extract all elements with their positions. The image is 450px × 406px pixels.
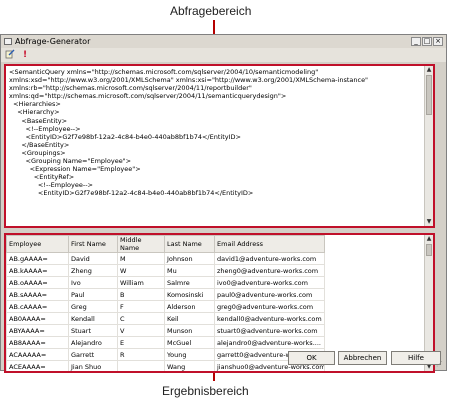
table-row[interactable]: AB0AAAA= Kendall C Keil kendall0@adventure-w…	[6, 312, 325, 325]
table-cell	[117, 360, 165, 371]
table-cell: Keil	[164, 312, 215, 325]
column-header[interactable]: Email Address	[214, 235, 325, 253]
table-row[interactable]: AB.oAAAA= Ivo William Salmre ivo0@adventure-…	[6, 276, 325, 289]
query-area-callout: Abfragebereich	[170, 4, 252, 18]
table-cell: greg0@adventure-works.com	[214, 300, 325, 313]
query-scrollbar[interactable]: ▲ ▼	[424, 66, 433, 226]
table-cell: Ivo	[68, 276, 118, 289]
resize-grip-icon[interactable]: ⋰	[436, 360, 444, 368]
table-cell: alejandro0@adventure-works....	[214, 336, 325, 349]
table-cell: Salmre	[164, 276, 215, 289]
table-row[interactable]: ACEAAAA= Jian Shuo Wang jianshuo0@adventure…	[6, 360, 325, 371]
table-row[interactable]: AB.sAAAA= Paul B Komosinski paul0@adventure-…	[6, 288, 325, 301]
results-grid: Employee First Name Middle Name Last Name Em…	[6, 235, 325, 371]
query-designer-window: Abfrage-Generator _ □ × ! <SemanticQuery…	[0, 34, 447, 373]
table-cell: Mu	[164, 264, 215, 277]
table-row[interactable]: AB.cAAAA= Greg F Alderson greg0@adventure-wo…	[6, 300, 325, 313]
table-cell: AB.gAAAA=	[6, 252, 69, 265]
table-cell: R	[117, 348, 165, 361]
app-icon	[4, 38, 12, 45]
table-cell: Komosinski	[164, 288, 215, 301]
table-row[interactable]: ACAAAAA= Garrett R Young garrett0@adventure-…	[6, 348, 325, 361]
table-row[interactable]: AB.kAAAA= Zheng W Mu zheng0@adventure-works.…	[6, 264, 325, 277]
scroll-thumb[interactable]	[426, 75, 432, 115]
column-header[interactable]: First Name	[68, 235, 118, 253]
table-row[interactable]: AB.gAAAA= David M Johnson david1@adventure-w…	[6, 252, 325, 265]
table-cell: B	[117, 288, 165, 301]
table-cell: Paul	[68, 288, 118, 301]
table-cell: Greg	[68, 300, 118, 313]
table-cell: M	[117, 252, 165, 265]
table-cell: Wang	[164, 360, 215, 371]
table-cell: ABYAAAA=	[6, 324, 69, 337]
table-cell: Alejandro	[68, 336, 118, 349]
table-cell: W	[117, 264, 165, 277]
window-title: Abfrage-Generator	[15, 37, 91, 46]
close-button[interactable]: ×	[433, 37, 443, 46]
scroll-thumb[interactable]	[426, 244, 432, 256]
table-cell: AB.sAAAA=	[6, 288, 69, 301]
table-cell: david1@adventure-works.com	[214, 252, 325, 265]
toolbar: !	[1, 48, 446, 62]
table-cell: ACAAAAA=	[6, 348, 69, 361]
table-cell: ACEAAAA=	[6, 360, 69, 371]
maximize-button[interactable]: □	[422, 37, 432, 46]
edit-query-icon[interactable]	[4, 49, 16, 61]
results-body: AB.gAAAA= David M Johnson david1@adventure-w…	[6, 252, 325, 371]
help-button[interactable]: Hilfe	[391, 351, 441, 365]
table-cell: William	[117, 276, 165, 289]
table-cell: F	[117, 300, 165, 313]
table-row[interactable]: AB8AAAA= Alejandro E McGuel alejandro0@adven…	[6, 336, 325, 349]
table-cell: zheng0@adventure-works.com	[214, 264, 325, 277]
table-cell: V	[117, 324, 165, 337]
table-cell: Young	[164, 348, 215, 361]
table-cell: McGuel	[164, 336, 215, 349]
pane-splitter[interactable]	[4, 229, 445, 232]
table-cell: Alderson	[164, 300, 215, 313]
scroll-up-icon[interactable]: ▲	[425, 235, 433, 243]
run-query-icon[interactable]: !	[19, 49, 31, 61]
table-cell: AB.kAAAA=	[6, 264, 69, 277]
column-header[interactable]: Last Name	[164, 235, 215, 253]
table-cell: C	[117, 312, 165, 325]
minimize-button[interactable]: _	[411, 37, 421, 46]
query-text[interactable]: <SemanticQuery xmlns="http://schemas.mic…	[9, 68, 421, 198]
table-cell: Johnson	[164, 252, 215, 265]
table-cell: kendall0@adventure-works.com	[214, 312, 325, 325]
query-pane[interactable]: <SemanticQuery xmlns="http://schemas.mic…	[4, 64, 435, 228]
table-cell: paul0@adventure-works.com	[214, 288, 325, 301]
table-cell: Zheng	[68, 264, 118, 277]
table-row[interactable]: ABYAAAA= Stuart V Munson stuart0@adventure-w…	[6, 324, 325, 337]
scroll-up-icon[interactable]: ▲	[425, 66, 433, 74]
table-cell: E	[117, 336, 165, 349]
cancel-button[interactable]: Abbrechen	[338, 351, 387, 365]
results-area-callout: Ergebnisbereich	[162, 384, 249, 398]
table-cell: David	[68, 252, 118, 265]
table-cell: AB.oAAAA=	[6, 276, 69, 289]
table-cell: ivo0@adventure-works.com	[214, 276, 325, 289]
table-cell: Kendall	[68, 312, 118, 325]
table-cell: AB0AAAA=	[6, 312, 69, 325]
table-cell: Munson	[164, 324, 215, 337]
table-cell: AB8AAAA=	[6, 336, 69, 349]
ok-button[interactable]: OK	[288, 351, 335, 365]
table-cell: stuart0@adventure-works.com	[214, 324, 325, 337]
table-cell: Jian Shuo	[68, 360, 118, 371]
table-cell: Garrett	[68, 348, 118, 361]
table-cell: AB.cAAAA=	[6, 300, 69, 313]
column-header[interactable]: Middle Name	[117, 235, 165, 253]
scroll-down-icon[interactable]: ▼	[425, 218, 433, 226]
title-bar: Abfrage-Generator _ □ ×	[1, 35, 446, 49]
table-cell: Stuart	[68, 324, 118, 337]
results-header-row: Employee First Name Middle Name Last Name Em…	[6, 235, 325, 253]
column-header[interactable]: Employee	[6, 235, 69, 253]
